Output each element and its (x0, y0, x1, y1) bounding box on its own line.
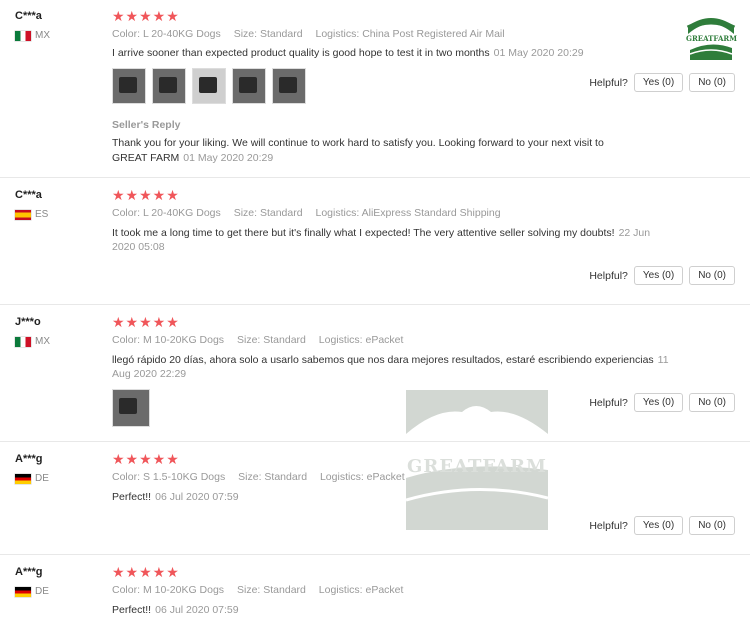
helpful-yes-button[interactable]: Yes (0) (633, 266, 684, 285)
review-text: llegó rápido 20 días, ahora solo a usarl… (112, 354, 669, 380)
helpful-controls: Helpful? Yes (0) No (0) (589, 266, 735, 285)
reviewer-name: C***a (15, 189, 42, 201)
helpful-controls: Helpful? Yes (0) No (0) (589, 516, 735, 535)
review-photo[interactable] (232, 68, 266, 104)
review-photos (112, 68, 306, 104)
rating-stars: ★★★★★ (112, 8, 180, 24)
helpful-no-button[interactable]: No (0) (689, 266, 735, 285)
reviewer-country: MX (15, 30, 50, 41)
divider (0, 554, 750, 555)
order-attributes: Color: L 20-40KG Dogs Size: Standard Log… (112, 28, 505, 40)
helpful-yes-button[interactable]: Yes (0) (633, 516, 684, 535)
seller-reply-title: Seller's Reply (112, 119, 181, 131)
reviewer-country: DE (15, 586, 49, 597)
reviewer-country: DE (15, 473, 49, 484)
reviewer-name: A***g (15, 566, 43, 578)
helpful-controls: Helpful? Yes (0) No (0) (589, 393, 735, 412)
divider (0, 441, 750, 442)
greatfarm-logo: GREATFARM (686, 12, 737, 62)
review-photo[interactable] (112, 389, 150, 427)
review-text: Perfect!! 06 Jul 2020 07:59 (112, 604, 239, 616)
rating-stars: ★★★★★ (112, 564, 180, 580)
review-photo[interactable] (112, 68, 146, 104)
review-date: 06 Jul 2020 07:59 (155, 604, 239, 616)
reviewer-name: A***g (15, 453, 43, 465)
review-photo[interactable] (272, 68, 306, 104)
logo-text: GREATFARM (686, 34, 737, 43)
helpful-no-button[interactable]: No (0) (689, 516, 735, 535)
helpful-no-button[interactable]: No (0) (689, 393, 735, 412)
rating-stars: ★★★★★ (112, 187, 180, 203)
order-attributes: Color: M 10-20KG Dogs Size: Standard Log… (112, 584, 404, 596)
review-text: I arrive sooner than expected product qu… (112, 47, 584, 59)
review-text: It took me a long time to get there but … (112, 227, 651, 253)
greatfarm-watermark: GREATFARM (405, 390, 549, 530)
reply-date: 01 May 2020 20:29 (183, 152, 274, 164)
rating-stars: ★★★★★ (112, 451, 180, 467)
review-photo[interactable] (192, 68, 226, 104)
divider (0, 177, 750, 178)
review-photo[interactable] (152, 68, 186, 104)
mexico-flag-icon (15, 30, 31, 41)
seller-reply-text: Thank you for your liking. We will conti… (112, 137, 604, 164)
watermark-text: GREATFARM (406, 456, 547, 477)
germany-flag-icon (15, 473, 31, 484)
helpful-controls: Helpful? Yes (0) No (0) (589, 73, 735, 92)
helpful-yes-button[interactable]: Yes (0) (633, 393, 684, 412)
review-photos (112, 389, 150, 427)
reviewer-name: J***o (15, 316, 41, 328)
order-attributes: Color: S 1.5-10KG Dogs Size: Standard Lo… (112, 471, 405, 483)
order-attributes: Color: M 10-20KG Dogs Size: Standard Log… (112, 334, 404, 346)
germany-flag-icon (15, 586, 31, 597)
review-text: Perfect!! 06 Jul 2020 07:59 (112, 491, 239, 503)
helpful-no-button[interactable]: No (0) (689, 73, 735, 92)
helpful-yes-button[interactable]: Yes (0) (633, 73, 684, 92)
divider (0, 304, 750, 305)
reviewer-name: C***a (15, 10, 42, 22)
review-date: 06 Jul 2020 07:59 (155, 491, 239, 503)
rating-stars: ★★★★★ (112, 314, 180, 330)
review-date: 01 May 2020 20:29 (493, 47, 584, 59)
reviewer-country: MX (15, 336, 50, 347)
spain-flag-icon (15, 209, 31, 220)
mexico-flag-icon (15, 336, 31, 347)
order-attributes: Color: L 20-40KG Dogs Size: Standard Log… (112, 207, 501, 219)
reviewer-country: ES (15, 209, 48, 220)
